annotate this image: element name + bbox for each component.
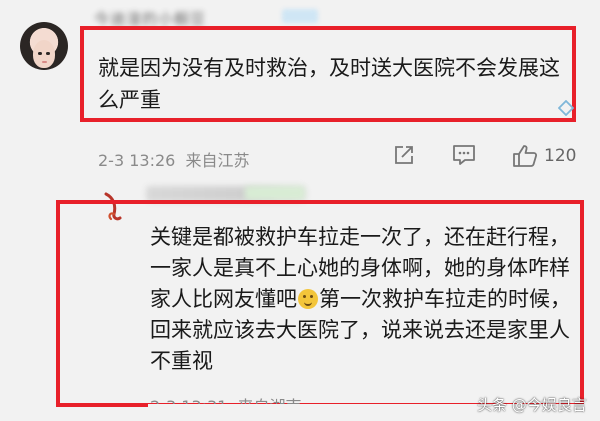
comment-text: 关键是都被救护车拉走一次了，还在赶行程，一家人是真不上心她的身体啊，她的身体咋样… <box>150 222 576 377</box>
share-button[interactable] <box>393 144 415 170</box>
like-button[interactable]: 120 <box>512 144 582 170</box>
share-icon <box>395 146 413 164</box>
avatar-eye <box>46 52 50 55</box>
diamond-icon <box>558 100 574 116</box>
comment-time: 2-3 13:26 <box>98 151 176 170</box>
avatar-eye <box>38 52 42 55</box>
emoji-icon <box>298 289 318 309</box>
avatar-face <box>33 40 55 68</box>
source-watermark: 头条 @今娱良言 <box>477 396 587 414</box>
user-badge <box>245 186 305 200</box>
avatar-mouth <box>42 61 47 63</box>
comment-meta: 2-3 13:26 来自江苏 <box>98 147 250 171</box>
like-count: 120 <box>544 146 577 166</box>
comment-icon <box>453 145 475 165</box>
comment-text: 就是因为没有及时救治，及时送大医院不会发展这么严重 <box>98 56 560 112</box>
user-avatar[interactable] <box>20 22 68 70</box>
reply-button[interactable] <box>452 144 476 170</box>
comment-location: 来自江苏 <box>185 151 250 170</box>
thumbs-up-icon <box>513 145 538 167</box>
user-badge <box>282 9 318 23</box>
